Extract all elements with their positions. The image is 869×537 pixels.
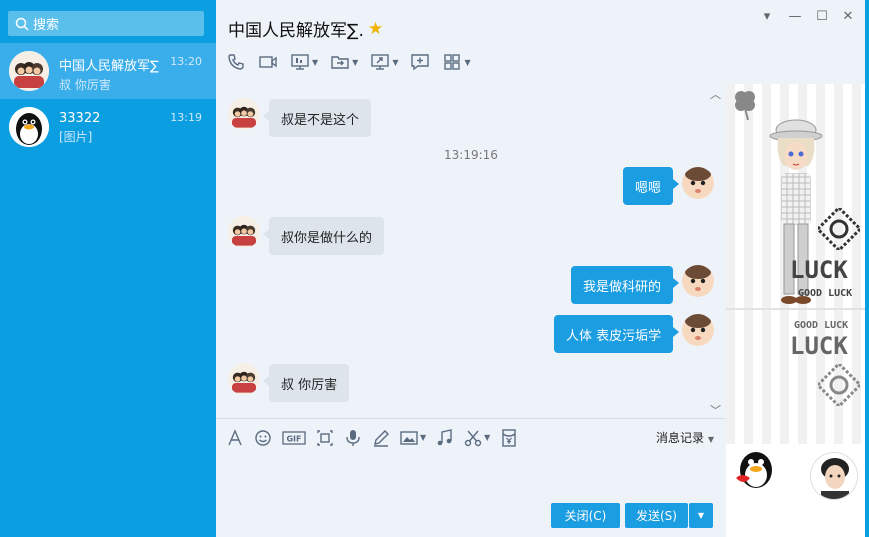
minimize-icon[interactable]: — (787, 9, 803, 25)
chevron-down-icon: ▼ (464, 57, 471, 67)
search-input[interactable]: 搜索 (8, 11, 204, 36)
avatar (228, 363, 260, 395)
screenshot-icon (317, 429, 333, 446)
qq-penguin-icon (736, 452, 772, 488)
good-luck-text: GOOD LUCK (798, 288, 853, 299)
file-transfer-button[interactable]: ▼ (330, 52, 358, 72)
show-panel: LUCK GOOD LUCK GOOD LUCK LUCK (726, 84, 865, 537)
emoji-button[interactable] (254, 429, 272, 447)
contact-name: 33322 (59, 111, 101, 126)
message-bubble: 叔是不是这个 (262, 99, 372, 137)
avatar (682, 167, 714, 199)
clover-icon (735, 91, 755, 121)
red-packet-icon (502, 428, 517, 447)
contact-time: 13:19 (170, 111, 202, 124)
avatar (682, 265, 714, 297)
send-options-button[interactable]: ▼ (689, 503, 713, 528)
music-icon (437, 428, 452, 445)
search-icon (15, 17, 29, 31)
screen-share-icon (291, 54, 309, 70)
screenshot-button[interactable] (316, 429, 334, 447)
maximize-icon[interactable]: ☐ (814, 9, 830, 25)
scissors-icon (464, 430, 482, 446)
file-transfer-icon (331, 56, 349, 69)
chevron-down-icon: ▼ (707, 435, 714, 444)
music-button[interactable] (436, 428, 454, 447)
history-button[interactable]: 消息记录 ▼ (656, 429, 714, 446)
message-bubble: 嗯嗯 (623, 167, 680, 205)
user-avatar (810, 452, 858, 500)
scroll-down-icon[interactable]: ﹀ (710, 402, 721, 418)
contact-item[interactable]: 33322 [图片] 13:19 (0, 99, 216, 155)
chevron-down-icon: ▼ (697, 511, 705, 520)
knot-icon (818, 208, 860, 250)
image-icon (400, 430, 418, 445)
font-icon (228, 428, 242, 445)
avatar (228, 216, 260, 248)
history-label: 消息记录 (656, 431, 705, 445)
send-button[interactable]: 发送(S) (625, 503, 688, 528)
gif-button[interactable]: GIF (282, 429, 306, 447)
avatar (9, 107, 49, 147)
remote-desktop-icon (371, 54, 390, 70)
close-icon[interactable]: ✕ (840, 9, 856, 25)
avatar (228, 98, 260, 130)
input-toolbar: GIF ▼ ▼ 消息记录 ▼ (216, 418, 726, 456)
image-button[interactable]: ▼ (400, 429, 426, 447)
apps-icon (444, 54, 461, 70)
scissors-button[interactable]: ▼ (464, 429, 490, 447)
contact-time: 13:20 (170, 55, 202, 68)
close-button[interactable]: 关闭(C) (551, 503, 620, 528)
video-call-button[interactable] (258, 52, 278, 72)
video-icon (259, 56, 277, 68)
contact-item[interactable]: 中国人民解放军∑ 叔 你厉害 13:20 (0, 43, 216, 99)
avatar (9, 51, 49, 91)
contact-name: 中国人民解放军∑ (59, 59, 159, 74)
search-placeholder: 搜索 (33, 18, 60, 33)
message-icon (411, 54, 430, 71)
font-button[interactable] (226, 428, 244, 447)
voice-icon (346, 429, 360, 446)
sidebar: 搜索 中国人民解放军∑ 叔 你厉害 13:20 33322 [图片] 13:19 (0, 0, 216, 537)
window-frame (865, 0, 869, 537)
chevron-down-icon: ▼ (420, 433, 427, 442)
pen-button[interactable] (372, 429, 390, 447)
apps-button[interactable]: ▼ (442, 52, 471, 72)
gif-icon: GIF (282, 430, 306, 445)
pen-icon (374, 429, 389, 447)
message-timestamp: 13:19:16 (444, 148, 498, 162)
emoji-icon (255, 429, 271, 446)
voice-button[interactable] (344, 429, 362, 447)
good-luck-reflection: GOOD LUCK (794, 320, 849, 331)
screen-share-button[interactable]: ▼ (290, 52, 318, 72)
contact-preview: 叔 你厉害 (59, 78, 111, 92)
avatar (682, 314, 714, 346)
message-button[interactable] (410, 52, 430, 72)
message-bubble: 叔你是做什么的 (262, 217, 385, 255)
chevron-down-icon: ▼ (352, 57, 359, 67)
svg-text:GIF: GIF (286, 434, 301, 443)
remote-desktop-button[interactable]: ▼ (370, 52, 398, 72)
phone-button[interactable] (226, 52, 246, 72)
chevron-down-icon: ▼ (312, 57, 319, 67)
chat-title-text: 中国人民解放军∑. (228, 21, 364, 41)
scroll-up-icon[interactable]: ︿ (710, 86, 721, 102)
knot-reflection-icon (818, 364, 860, 406)
chevron-down-icon: ▼ (484, 433, 491, 442)
phone-icon (228, 54, 244, 70)
luck-text: LUCK (790, 256, 848, 284)
contact-preview: [图片] (59, 130, 93, 144)
red-packet-button[interactable] (500, 428, 518, 447)
message-bubble: 人体 表皮污垢学 (554, 315, 680, 353)
message-bubble: 叔 你厉害 (262, 364, 350, 402)
star-icon: ★ (367, 18, 384, 39)
chat-toolbar: ▼ ▼ ▼ ▼ (226, 52, 483, 72)
dropdown-icon[interactable]: ▾ (759, 9, 775, 25)
chevron-down-icon: ▼ (392, 57, 399, 67)
chat-title: 中国人民解放军∑. ★ (228, 16, 384, 42)
luck-reflection: LUCK (790, 332, 848, 360)
message-bubble: 我是做科研的 (571, 266, 680, 304)
